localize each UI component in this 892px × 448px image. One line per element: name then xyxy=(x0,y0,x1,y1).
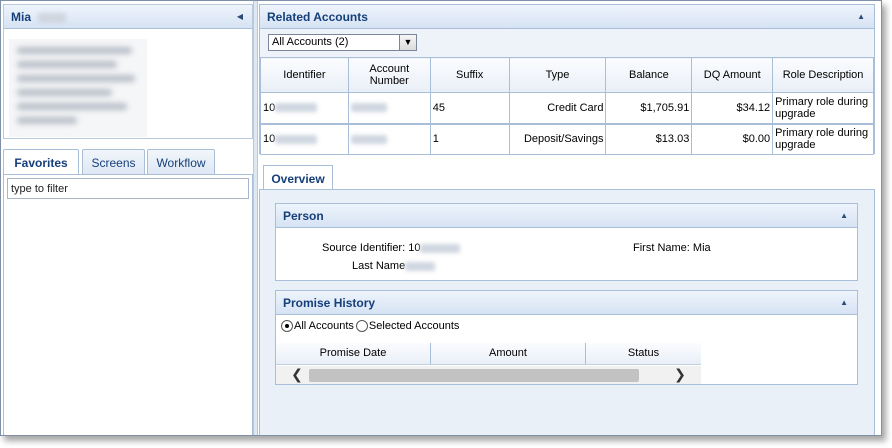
table-row[interactable]: 10 1 Deposit/Savings $13.03 $0.00 Primar… xyxy=(260,123,874,155)
radio-all-accounts[interactable] xyxy=(281,320,293,332)
collapse-person-icon[interactable]: ▲ xyxy=(840,212,848,220)
collapse-related-icon[interactable]: ▲ xyxy=(857,13,865,21)
scrollbar-thumb[interactable] xyxy=(309,369,639,382)
cell-balance: $1,705.91 xyxy=(605,92,693,125)
col-promise-date[interactable]: Promise Date xyxy=(276,343,431,364)
related-accounts-panel: Related Accounts ▲ All Accounts (2) ▼ Id… xyxy=(259,4,875,155)
cell-dq-amount: $0.00 xyxy=(691,123,774,155)
cell-account-number xyxy=(347,92,431,125)
app-window: Mia ◀ Favorites Screens Workflow Related… xyxy=(0,0,882,436)
cell-type: Credit Card xyxy=(508,92,607,125)
col-balance[interactable]: Balance xyxy=(605,57,693,93)
filter-input[interactable] xyxy=(7,178,249,199)
tab-workflow[interactable]: Workflow xyxy=(147,149,215,175)
cell-role: Primary role during upgrade xyxy=(772,92,874,125)
redacted-surname xyxy=(38,12,67,23)
chevron-down-icon[interactable]: ▼ xyxy=(399,35,416,50)
tab-screens[interactable]: Screens xyxy=(82,149,145,175)
col-dq-amount[interactable]: DQ Amount xyxy=(691,57,774,93)
accounts-filter-value: All Accounts (2) xyxy=(272,36,349,48)
last-name-label: Last Name xyxy=(352,260,406,272)
overview-panel: Person ▲ Source Identifier: 10 First Nam… xyxy=(259,189,875,435)
source-identifier-value: 10 xyxy=(408,242,421,254)
redacted-customer-info xyxy=(9,39,147,137)
scroll-right-icon[interactable]: ❯ xyxy=(671,367,689,383)
promise-history-title: Promise History xyxy=(283,296,376,310)
pane-splitter[interactable] xyxy=(253,1,258,435)
last-name-field: Last Name xyxy=(352,260,436,272)
col-role-description[interactable]: Role Description xyxy=(772,57,874,93)
related-accounts-title: Related Accounts xyxy=(267,10,368,24)
promise-history-header: Promise History ▲ xyxy=(276,291,857,315)
radio-selected-accounts-label[interactable]: Selected Accounts xyxy=(369,320,460,332)
accounts-filter-select[interactable]: All Accounts (2) ▼ xyxy=(268,34,417,51)
first-name-value: Mia xyxy=(692,242,711,254)
col-account-number[interactable]: Account Number xyxy=(347,57,431,93)
person-panel: Person ▲ Source Identifier: 10 First Nam… xyxy=(275,203,858,281)
source-identifier-label: Source Identifier: xyxy=(322,242,406,254)
col-type[interactable]: Type xyxy=(508,57,607,93)
radio-all-accounts-label[interactable]: All Accounts xyxy=(294,320,354,332)
collapse-promise-icon[interactable]: ▲ xyxy=(840,299,848,307)
left-tabs: Favorites Screens Workflow xyxy=(3,149,253,176)
first-name-field: First Name: Mia xyxy=(633,242,711,254)
customer-card-header: Mia ◀ xyxy=(4,5,252,29)
cell-account-number xyxy=(347,123,431,155)
person-title: Person xyxy=(283,209,324,223)
cell-dq-amount: $34.12 xyxy=(691,92,774,125)
col-identifier[interactable]: Identifier xyxy=(260,57,349,93)
related-accounts-header: Related Accounts ▲ xyxy=(260,5,874,29)
customer-card: Mia ◀ xyxy=(3,4,253,139)
col-suffix[interactable]: Suffix xyxy=(429,57,510,93)
col-status[interactable]: Status xyxy=(586,343,701,364)
source-identifier-field: Source Identifier: 10 xyxy=(322,242,461,254)
cell-suffix: 45 xyxy=(429,92,510,125)
promise-history-grid: Promise Date Amount Status ❮ ❯ xyxy=(276,343,701,384)
first-name-label: First Name: xyxy=(633,242,690,254)
cell-suffix: 1 xyxy=(429,123,510,155)
promise-grid-header: Promise Date Amount Status xyxy=(276,343,701,365)
promise-scope-radios: All Accounts Selected Accounts xyxy=(281,320,459,332)
cell-balance: $13.03 xyxy=(605,123,693,155)
person-header: Person ▲ xyxy=(276,204,857,228)
favorites-panel xyxy=(3,174,253,435)
cell-identifier: 10 xyxy=(260,92,349,125)
horizontal-scrollbar[interactable]: ❮ ❯ xyxy=(276,366,701,384)
tab-favorites[interactable]: Favorites xyxy=(3,149,79,176)
col-amount[interactable]: Amount xyxy=(431,343,586,364)
table-header-row: Identifier Account Number Suffix Type Ba… xyxy=(260,57,874,93)
table-row[interactable]: 10 45 Credit Card $1,705.91 $34.12 Prima… xyxy=(260,92,874,125)
cell-type: Deposit/Savings xyxy=(508,123,607,155)
cell-role: Primary role during upgrade xyxy=(772,123,874,155)
radio-selected-accounts[interactable] xyxy=(355,320,368,332)
collapse-left-icon[interactable]: ◀ xyxy=(237,13,243,21)
tab-overview[interactable]: Overview xyxy=(263,165,333,190)
promise-history-panel: Promise History ▲ All Accounts Selected … xyxy=(275,290,858,385)
customer-name: Mia xyxy=(11,10,32,24)
cell-identifier: 10 xyxy=(260,123,349,155)
related-accounts-table: Identifier Account Number Suffix Type Ba… xyxy=(260,57,874,155)
scroll-left-icon[interactable]: ❮ xyxy=(288,367,306,383)
